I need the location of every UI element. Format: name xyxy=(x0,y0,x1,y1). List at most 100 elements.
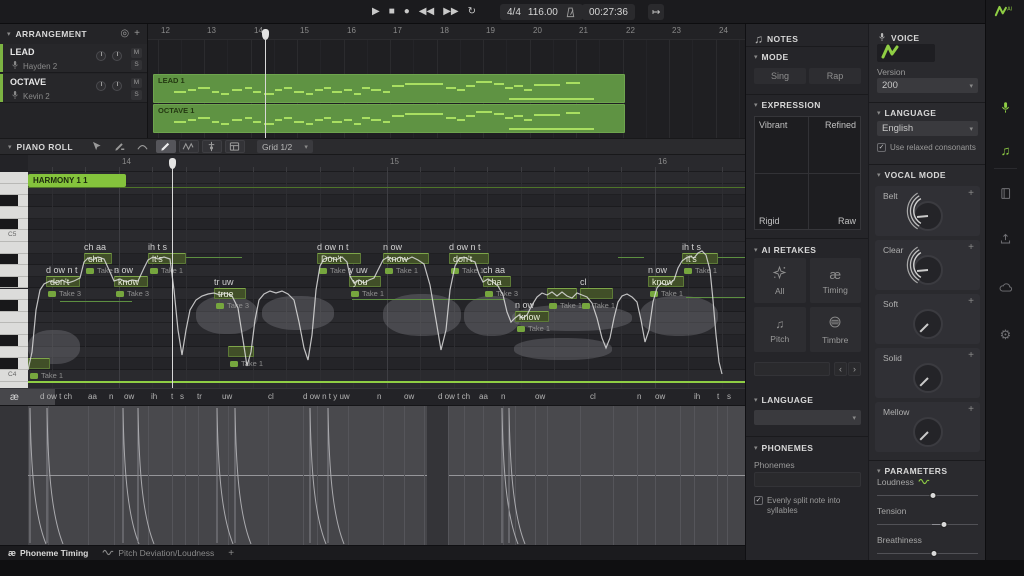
take-label[interactable]: Take 1 xyxy=(150,266,183,275)
pan-knob[interactable] xyxy=(96,81,106,91)
phonemes-input[interactable] xyxy=(754,472,861,487)
chevron-down-icon[interactable]: ▾ xyxy=(754,246,758,254)
note[interactable]: you xyxy=(349,276,381,287)
phoneme-label[interactable]: n xyxy=(377,392,381,401)
chevron-down-icon[interactable]: ▾ xyxy=(877,109,881,117)
add-vocal-mode-button[interactable]: + xyxy=(968,404,974,415)
phoneme-label[interactable]: d ow t ch xyxy=(438,392,470,401)
add-vocal-mode-button[interactable]: + xyxy=(968,242,974,253)
note-pencil-tool-button[interactable] xyxy=(110,140,130,153)
chevron-down-icon[interactable]: ▾ xyxy=(754,53,758,61)
take-label[interactable]: Take 1 xyxy=(549,301,582,310)
phoneme-label[interactable]: cl xyxy=(268,392,274,401)
track-row[interactable]: LEAD Hayden 2 M S xyxy=(0,44,147,73)
playhead-marker[interactable] xyxy=(169,158,176,169)
mode-option-button[interactable]: Rap xyxy=(809,68,861,84)
vibrato-tool-button[interactable] xyxy=(179,140,199,153)
piano-key[interactable] xyxy=(0,300,28,312)
retake-next-button[interactable]: › xyxy=(848,362,861,376)
vocal-mode-knob[interactable] xyxy=(913,201,943,231)
take-label[interactable]: Take 3 xyxy=(485,289,518,298)
panel-tool-button[interactable] xyxy=(225,140,245,153)
note[interactable] xyxy=(547,288,577,299)
slider-handle[interactable] xyxy=(930,550,937,557)
piano-key[interactable] xyxy=(0,254,28,266)
phoneme-label[interactable]: ow xyxy=(655,392,665,401)
take-label[interactable]: Take 1 xyxy=(385,266,418,275)
chevron-down-icon[interactable]: ▾ xyxy=(7,30,11,38)
pan-knob[interactable] xyxy=(96,51,106,61)
piano-key[interactable] xyxy=(0,195,28,207)
take-label[interactable]: Take 1 xyxy=(451,266,484,275)
take-label[interactable]: Take 1 xyxy=(517,324,550,333)
piano-key[interactable] xyxy=(0,323,28,335)
note-phonemes[interactable]: ih t s xyxy=(148,242,167,252)
parameter-slider[interactable] xyxy=(877,524,978,525)
chevron-down-icon[interactable]: ▾ xyxy=(877,171,881,179)
solo-button[interactable]: S xyxy=(131,60,142,70)
add-vocal-mode-button[interactable]: + xyxy=(968,350,974,361)
retake-button[interactable]: Timbre xyxy=(810,307,862,352)
take-label[interactable]: Take 1 xyxy=(30,371,63,380)
settings-icon[interactable]: ⚙ xyxy=(986,325,1024,345)
add-parameter-tab-button[interactable]: + xyxy=(228,548,234,559)
gain-knob[interactable] xyxy=(112,81,122,91)
piano-key[interactable] xyxy=(0,265,28,277)
relaxed-consonants-checkbox[interactable]: ✓ xyxy=(877,143,886,152)
phoneme-label[interactable]: ih xyxy=(151,392,157,401)
vocal-mode-knob[interactable] xyxy=(913,363,943,393)
take-label[interactable]: Take 1 xyxy=(319,266,352,275)
take-label[interactable]: Take 3 xyxy=(216,301,249,310)
note-phonemes[interactable]: ch aa xyxy=(84,242,106,252)
curve-tool-button[interactable] xyxy=(133,140,153,153)
vocal-mode-knob[interactable] xyxy=(913,417,943,447)
add-track-button[interactable]: + xyxy=(134,29,140,39)
arrangement-timeline[interactable]: 12131415161718192021222324 LEAD 1OCTAVE … xyxy=(148,24,745,138)
note[interactable] xyxy=(28,358,50,369)
mic-icon[interactable] xyxy=(986,97,1024,117)
take-label[interactable]: Take 1 xyxy=(650,289,683,298)
phoneme-label[interactable]: n xyxy=(637,392,641,401)
piano-key[interactable]: C5 xyxy=(0,230,28,242)
piano-roll-ruler[interactable]: 141516 xyxy=(0,155,745,172)
note[interactable]: know xyxy=(114,276,148,287)
voice-avatar[interactable] xyxy=(877,44,935,62)
piano-key[interactable] xyxy=(0,358,28,370)
clip[interactable]: OCTAVE 1 xyxy=(153,104,625,133)
vocal-mode-knob[interactable] xyxy=(913,255,943,285)
piano-key[interactable] xyxy=(0,312,28,324)
phoneme-label[interactable]: d ow t ch xyxy=(40,392,72,401)
take-label[interactable]: Take 3 xyxy=(48,289,81,298)
note-phonemes[interactable]: tr uw xyxy=(214,277,234,287)
group-tag[interactable]: HARMONY 1 1 xyxy=(28,174,126,187)
retake-seed-input[interactable] xyxy=(754,362,830,376)
phoneme-label[interactable]: ow xyxy=(124,392,134,401)
phoneme-label[interactable]: d ow n t y uw xyxy=(303,392,350,401)
piano-key[interactable] xyxy=(0,219,28,231)
note[interactable]: Don't xyxy=(317,253,361,264)
piano-key[interactable] xyxy=(0,242,28,254)
phoneme-label[interactable]: aa xyxy=(479,392,488,401)
voice-language-dropdown[interactable]: English ▾ xyxy=(877,121,978,136)
metronome-icon[interactable] xyxy=(565,7,576,18)
phoneme-label[interactable]: ih xyxy=(694,392,700,401)
loop-button[interactable]: ↻ xyxy=(468,7,476,17)
timeline-ruler[interactable]: 12131415161718192021222324 xyxy=(148,24,745,40)
clip[interactable]: LEAD 1 xyxy=(153,74,625,103)
note[interactable] xyxy=(228,346,254,357)
note[interactable]: cha xyxy=(84,253,112,264)
gain-knob[interactable] xyxy=(112,51,122,61)
mute-button[interactable]: M xyxy=(131,48,142,58)
parameter-slider[interactable] xyxy=(877,495,978,496)
pitch-tool-button[interactable] xyxy=(202,140,222,153)
library-icon[interactable] xyxy=(986,183,1024,203)
play-button[interactable]: ▶ xyxy=(372,7,380,17)
piano-key[interactable] xyxy=(0,347,28,359)
phoneme-label[interactable]: ow xyxy=(404,392,414,401)
piano-key[interactable] xyxy=(0,172,28,184)
piano-key[interactable]: C4 xyxy=(0,370,28,382)
retake-button[interactable]: All xyxy=(754,258,806,303)
note-phonemes[interactable]: d ow n t xyxy=(46,265,78,275)
mode-option-button[interactable]: Sing xyxy=(754,68,806,84)
note-phonemes[interactable]: n ow xyxy=(515,300,534,310)
